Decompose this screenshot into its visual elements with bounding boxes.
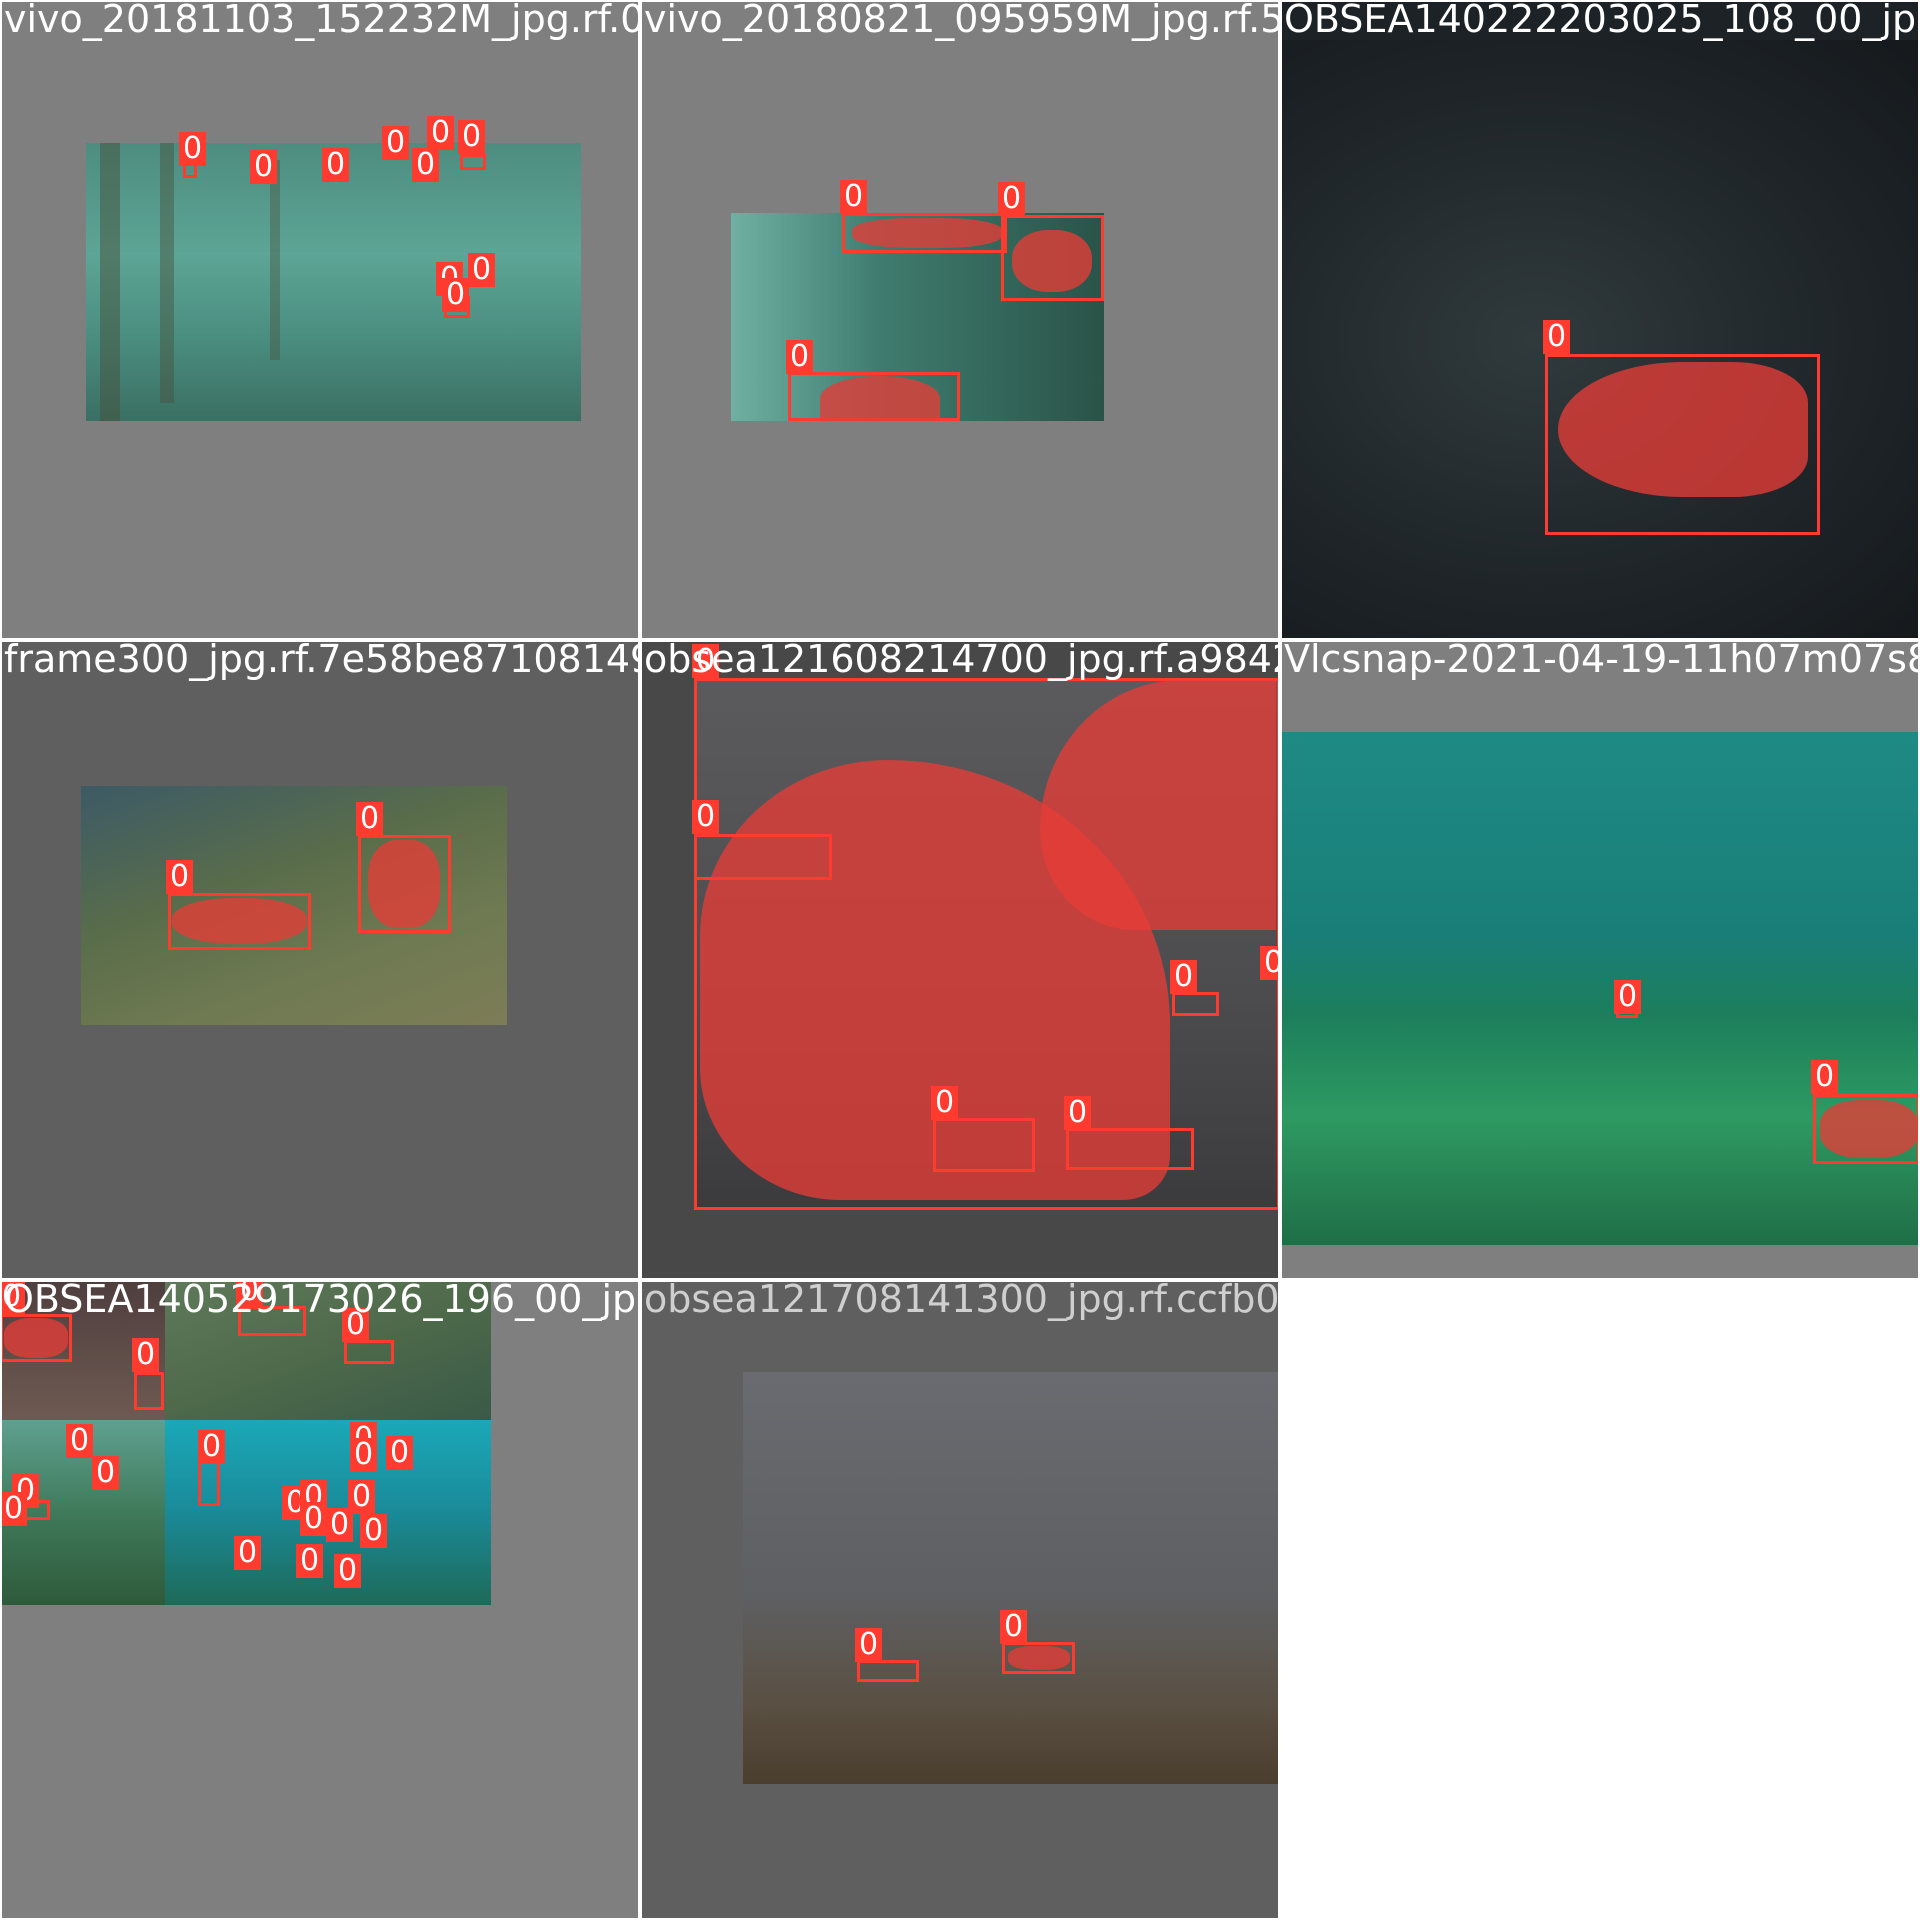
tile-3: 0 OBSEA140222203025_108_00_jpg.rf [1280,0,1920,640]
class-label: 0 [360,1514,388,1548]
tile-filename: frame300_jpg.rf.7e58be87108149d495b80ad7 [4,640,640,681]
class-label: 0 [166,860,194,894]
class-label: 0 [198,1430,226,1464]
tile-5: 0 0 0 0 0 0 obsea121608214700_jpg.rf.a98… [640,640,1280,1280]
class-label: 0 [1614,980,1642,1014]
empty-tile [1280,1280,1920,1920]
tile-filename: Vlcsnap-2021-04-19-11h07m07s898_ [1284,640,1920,681]
detection-box [857,1660,919,1682]
class-label: 0 [350,1438,378,1472]
class-label: 0 [412,148,440,182]
class-label: 0 [427,116,455,150]
tile-filename: vivo_20180821_095959M_jpg.rf.5437035561 [644,0,1280,41]
class-label: 0 [931,1086,959,1120]
class-label: 0 [132,1338,160,1372]
tile-2: 0 0 0 vivo_20180821_095959M_jpg.rf.54370… [640,0,1280,640]
tile-8: 0 0 obsea121708141300_jpg.rf.ccfb021df1c… [640,1280,1280,1920]
class-label: 0 [458,120,486,154]
class-label: 0 [998,182,1026,216]
tile-1: 0 0 0 0 0 0 0 0 0 0 vivo_20181103_152232… [0,0,640,640]
class-label: 0 [322,148,350,182]
tile-4: 0 0 frame300_jpg.rf.7e58be87108149d495b8… [0,640,640,1280]
class-label: 0 [386,1436,414,1470]
photo-seagrass [1280,732,1920,1245]
class-label: 0 [0,1492,28,1526]
class-label: 0 [296,1544,324,1578]
tile-filename: vivo_20181103_152232M_jpg.rf.0a6fd09b827 [4,0,640,41]
class-label: 0 [179,132,207,166]
tile-filename: OBSEA140529173026_196_00_jpg.rf.bf692 [4,1280,640,1321]
class-label: 0 [840,180,868,214]
class-label: 0 [382,126,410,160]
class-label: 0 [1543,320,1571,354]
class-label: 0 [326,1508,354,1542]
tile-filename: obsea121608214700_jpg.rf.a9842a08c805 [644,640,1280,681]
class-label: 0 [855,1628,883,1662]
class-label: 0 [234,1536,262,1570]
photo-seabed [743,1372,1280,1784]
class-label: 0 [356,802,384,836]
class-label: 0 [250,150,278,184]
class-label: 0 [786,340,814,374]
class-label: 0 [692,800,720,834]
class-label: 0 [334,1554,362,1588]
class-label: 0 [1170,960,1198,994]
class-label: 0 [442,278,470,312]
tile-7: 0 0 0 0 0 0 0 0 0 0 0 0 0 0 0 0 0 0 0 0 … [0,1280,640,1920]
tile-6: 0 0 Vlcsnap-2021-04-19-11h07m07s898_ [1280,640,1920,1280]
class-label: 0 [1064,1096,1092,1130]
class-label: 0 [1811,1060,1839,1094]
photo-dark-water [1280,40,1920,640]
class-label: 0 [1000,1610,1028,1644]
tile-filename: OBSEA140222203025_108_00_jpg.rf [1284,0,1920,41]
class-label: 0 [468,253,496,287]
class-label: 0 [1260,946,1280,980]
tile-filename: obsea121708141300_jpg.rf.ccfb021df1c3d [644,1280,1280,1321]
class-label: 0 [92,1456,120,1490]
class-label: 0 [66,1424,94,1458]
detection-mosaic: 0 0 0 0 0 0 0 0 0 0 vivo_20181103_152232… [0,0,1920,1920]
class-label: 0 [300,1502,328,1536]
